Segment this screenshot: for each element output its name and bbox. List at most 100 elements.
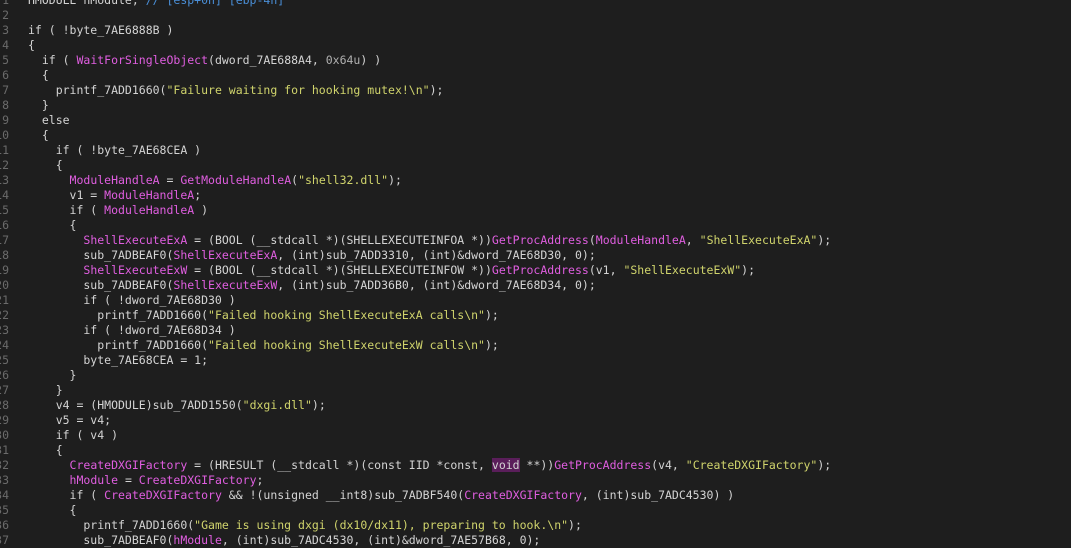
code-line[interactable]: 15 if ( ModuleHandleA ) [0,203,1071,218]
code-token-func[interactable]: ShellExecuteExW [173,278,277,292]
code-text[interactable]: printf_7ADD1660("Failed hooking ShellExe… [28,308,499,323]
code-token-func[interactable]: hModule [173,533,221,547]
code-text[interactable]: { [28,218,77,233]
code-line[interactable]: 4{ [0,38,1071,53]
code-token-txt: = [118,473,139,487]
code-text[interactable]: { [28,503,77,518]
code-token-func[interactable]: CreateDXGIFactory [139,473,257,487]
code-text[interactable]: ShellExecuteExA = (BOOL (__stdcall *)(SH… [28,233,831,248]
code-text[interactable]: } [28,98,49,113]
code-line[interactable]: 1 HMODULE hModule; // [esp+0h] [ebp-4h] [0,0,1071,8]
code-line[interactable]: 12 { [0,158,1071,173]
code-line[interactable]: 35 { [0,503,1071,518]
code-line[interactable]: 24 printf_7ADD1660("Failed hooking Shell… [0,338,1071,353]
code-line[interactable]: 2 [0,8,1071,23]
line-number: 3 [2,23,9,37]
code-token-func[interactable]: ShellExecuteExW [83,263,187,277]
code-text[interactable]: printf_7ADD1660("Game is using dxgi (dx1… [28,518,582,533]
code-text[interactable]: { [28,38,35,53]
code-text[interactable]: v5 = v4; [28,413,111,428]
code-line[interactable]: 10 { [0,128,1071,143]
code-line[interactable]: 32 CreateDXGIFactory = (HRESULT (__stdca… [0,458,1071,473]
code-line[interactable]: 16 { [0,218,1071,233]
code-text[interactable]: if ( ModuleHandleA ) [28,203,209,218]
code-text[interactable]: CreateDXGIFactory = (HRESULT (__stdcall … [28,458,831,473]
code-line[interactable]: 7 printf_7ADD1660("Failure waiting for h… [0,83,1071,98]
code-token-txt: && !(unsigned __int8)sub_7ADBF540( [221,488,465,502]
code-line[interactable]: 25 byte_7AE68CEA = 1; [0,353,1071,368]
code-line[interactable]: 21 if ( !dword_7AE68D30 ) [0,293,1071,308]
code-line[interactable]: 9 else [0,113,1071,128]
code-line[interactable]: 31 { [0,443,1071,458]
code-line[interactable]: 11 if ( !byte_7AE68CEA ) [0,143,1071,158]
code-line[interactable]: 20 sub_7ADBEAF0(ShellExecuteExW, (int)su… [0,278,1071,293]
code-text[interactable]: { [28,443,63,458]
code-text[interactable]: ShellExecuteExW = (BOOL (__stdcall *)(SH… [28,263,755,278]
code-line[interactable]: 28 v4 = (HMODULE)sub_7ADD1550("dxgi.dll"… [0,398,1071,413]
code-line[interactable]: 36 printf_7ADD1660("Game is using dxgi (… [0,518,1071,533]
code-text[interactable]: v1 = ModuleHandleA; [28,188,202,203]
code-text[interactable]: if ( !byte_7AE68CEA ) [28,143,201,158]
code-line[interactable]: 5 if ( WaitForSingleObject(dword_7AE688A… [0,53,1071,68]
code-token-func[interactable]: GetProcAddress [492,233,589,247]
code-line[interactable]: 3 if ( !byte_7AE6888B ) [0,23,1071,38]
line-number: 14 [0,188,9,202]
code-text[interactable]: if ( !dword_7AE68D30 ) [28,293,235,308]
code-token-func[interactable]: ModuleHandleA [104,203,194,217]
line-number: 18 [0,248,9,262]
code-text[interactable]: if ( v4 ) [28,428,118,443]
code-text[interactable]: { [28,158,63,173]
code-token-func[interactable]: CreateDXGIFactory [464,488,582,502]
code-line[interactable]: 6 { [0,68,1071,83]
code-text[interactable]: if ( !byte_7AE6888B ) [28,23,173,38]
code-line[interactable]: 34 if ( CreateDXGIFactory && !(unsigned … [0,488,1071,503]
code-text[interactable]: printf_7ADD1660("Failure waiting for hoo… [28,83,444,98]
code-token-func[interactable]: ShellExecuteExA [173,248,277,262]
code-text[interactable]: printf_7ADD1660("Failed hooking ShellExe… [28,338,499,353]
code-text[interactable]: if ( WaitForSingleObject(dword_7AE688A4,… [28,53,381,68]
code-token-func[interactable]: hModule [70,473,118,487]
code-line[interactable]: 27 } [0,383,1071,398]
code-token-func[interactable]: GetModuleHandleA [180,173,291,187]
code-text[interactable]: else [28,113,70,128]
code-token-func[interactable]: GetProcAddress [492,263,589,277]
code-text[interactable]: } [28,383,63,398]
code-text[interactable]: if ( !dword_7AE68D34 ) [28,323,235,338]
code-token-txt: ; [256,473,264,487]
code-text[interactable]: { [28,68,49,83]
code-text[interactable]: hModule = CreateDXGIFactory; [28,473,264,488]
code-text[interactable]: } [28,368,77,383]
code-line[interactable]: 33 hModule = CreateDXGIFactory; [0,473,1071,488]
code-line[interactable]: 13 ModuleHandleA = GetModuleHandleA("she… [0,173,1071,188]
code-token-func[interactable]: ModuleHandleA [70,173,160,187]
code-line[interactable]: 8 } [0,98,1071,113]
code-text[interactable]: v4 = (HMODULE)sub_7ADD1550("dxgi.dll"); [28,398,326,413]
code-text[interactable]: { [28,128,49,143]
code-text[interactable]: sub_7ADBEAF0(hModule, (int)sub_7ADC4530,… [28,533,540,548]
code-text[interactable]: byte_7AE68CEA = 1; [28,353,208,368]
code-line[interactable]: 29 v5 = v4; [0,413,1071,428]
code-token-func[interactable]: CreateDXGIFactory [70,458,188,472]
code-line[interactable]: 17 ShellExecuteExA = (BOOL (__stdcall *)… [0,233,1071,248]
code-line[interactable]: 23 if ( !dword_7AE68D34 ) [0,323,1071,338]
code-token-func[interactable]: ShellExecuteExA [83,233,187,247]
pseudocode-editor[interactable]: 1 HMODULE hModule; // [esp+0h] [ebp-4h] 2 3… [0,0,1071,548]
code-token-func[interactable]: CreateDXGIFactory [104,488,222,502]
code-token-func[interactable]: WaitForSingleObject [76,53,208,67]
code-line[interactable]: 14 v1 = ModuleHandleA; [0,188,1071,203]
code-text[interactable]: HMODULE hModule; // [esp+0h] [ebp-4h] [28,0,284,8]
code-line[interactable]: 18 sub_7ADBEAF0(ShellExecuteExA, (int)su… [0,248,1071,263]
code-text[interactable]: sub_7ADBEAF0(ShellExecuteExW, (int)sub_7… [28,278,595,293]
code-token-func[interactable]: ModuleHandleA [104,188,194,202]
code-line[interactable]: 30 if ( v4 ) [0,428,1071,443]
code-line[interactable]: 37 sub_7ADBEAF0(hModule, (int)sub_7ADC45… [0,533,1071,548]
code-token-func[interactable]: ModuleHandleA [596,233,686,247]
code-line[interactable]: 22 printf_7ADD1660("Failed hooking Shell… [0,308,1071,323]
code-token-txt: ); [741,263,756,277]
code-line[interactable]: 26 } [0,368,1071,383]
code-token-func[interactable]: GetProcAddress [554,458,651,472]
code-line[interactable]: 19 ShellExecuteExW = (BOOL (__stdcall *)… [0,263,1071,278]
code-text[interactable]: if ( CreateDXGIFactory && !(unsigned __i… [28,488,735,503]
code-text[interactable]: sub_7ADBEAF0(ShellExecuteExA, (int)sub_7… [28,248,595,263]
code-text[interactable]: ModuleHandleA = GetModuleHandleA("shell3… [28,173,402,188]
